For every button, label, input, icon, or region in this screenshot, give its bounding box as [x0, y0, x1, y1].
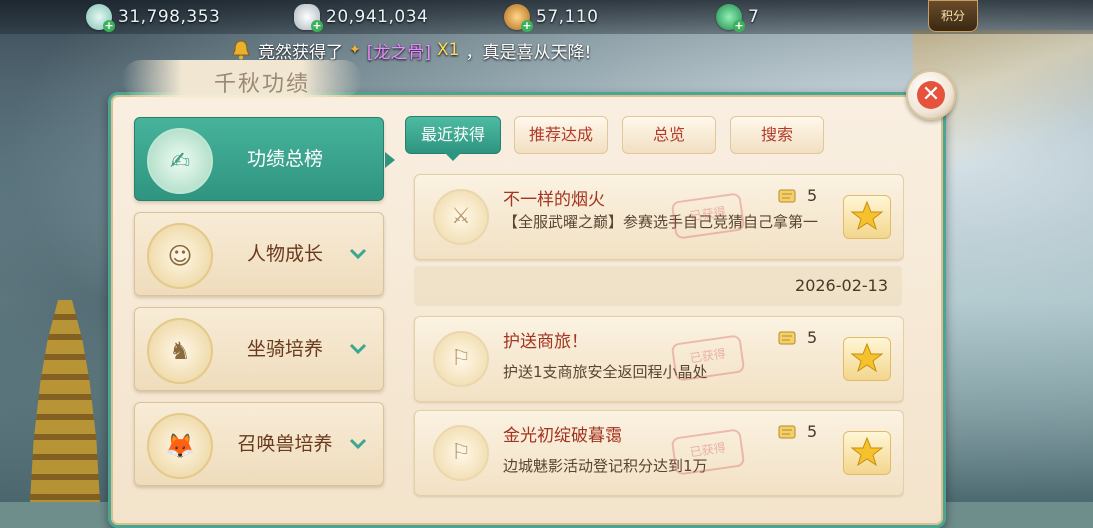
star-hand-icon[interactable]	[843, 337, 891, 381]
tab-recent[interactable]: 最近获得	[405, 116, 501, 161]
notice-quantity: X1	[437, 40, 460, 60]
achievement-name: 护送商旅！	[503, 332, 588, 352]
star-hand-icon[interactable]	[843, 431, 891, 475]
crossed-swords-icon: ⚔	[433, 189, 489, 245]
achievement-points: 5	[807, 328, 818, 347]
copper-amount: 57,110	[536, 7, 599, 27]
chevron-down-icon	[349, 343, 367, 355]
selected-arrow-icon	[385, 152, 395, 168]
tab-overview[interactable]: 总览	[622, 116, 716, 154]
copper-coin-icon: +	[504, 4, 533, 32]
category-character-growth[interactable]: ☺ 人物成长	[134, 212, 384, 296]
panel-title-banner: 千秋功绩	[122, 60, 362, 98]
resource-jade-coin[interactable]: + 31,798,353	[86, 4, 221, 32]
category-summon-training[interactable]: 🦊 召唤兽培养	[134, 402, 384, 486]
flag-icon: ⚐	[433, 425, 489, 481]
summon-beast-icon: 🦊	[147, 413, 213, 479]
achievement-points: 5	[807, 422, 818, 441]
star-hand-icon[interactable]	[843, 195, 891, 239]
close-icon: ✕	[917, 81, 945, 109]
category-label: 人物成长	[246, 243, 323, 265]
achievement-points: 5	[807, 186, 818, 205]
achievement-name: 金光初绽破暮霭	[503, 426, 622, 446]
scroll-points-icon	[778, 425, 796, 439]
achievement-desc: 边城魅影活动登记积分达到1万	[503, 457, 708, 475]
jade-coin-icon: +	[86, 4, 115, 32]
gem-amount: 7	[748, 7, 760, 27]
flag-icon: ⚐	[433, 331, 489, 387]
scroll-points-icon	[778, 331, 796, 345]
silver-amount: 20,941,034	[326, 7, 429, 27]
notice-prefix: 竟然获得了	[258, 42, 343, 63]
category-label: 功绩总榜	[246, 148, 323, 170]
character-avatar-icon: ☺	[147, 223, 213, 289]
tab-recommended[interactable]: 推荐达成	[514, 116, 608, 154]
notice-item-name: [龙之骨]	[366, 42, 431, 63]
achievement-list[interactable]: ⚔ 不一样的烟火 【全服武曜之巅】参赛选手自己竞猜自己拿第一 已获得 5 202…	[412, 168, 904, 502]
category-mount-training[interactable]: ♞ 坐骑培养	[134, 307, 384, 391]
achievement-desc: 护送1支商旅安全返回程小晶处	[503, 363, 708, 381]
chevron-down-icon	[349, 438, 367, 450]
achievement-desc: 【全服武曜之巅】参赛选手自己竞猜自己拿第一	[503, 213, 819, 231]
list-item[interactable]: ⚔ 不一样的烟火 【全服武曜之巅】参赛选手自己竞猜自己拿第一 已获得 5	[414, 174, 904, 260]
category-label: 召唤兽培养	[237, 433, 333, 455]
achievement-name: 不一样的烟火	[503, 190, 605, 210]
jade-coin-amount: 31,798,353	[118, 7, 221, 27]
points-shop-button[interactable]: 积分	[928, 0, 978, 32]
date-label: 2026-02-13	[795, 276, 888, 295]
list-item[interactable]: ⚐ 金光初绽破暮霭 边城魅影活动登记积分达到1万 已获得 5	[414, 410, 904, 496]
item-icon: ✦	[349, 42, 361, 58]
scroll-brush-icon: ✍	[147, 128, 213, 194]
category-total-ranking[interactable]: ✍ 功绩总榜	[134, 117, 395, 201]
resource-gem[interactable]: + 7	[716, 4, 760, 32]
green-gem-icon: +	[716, 4, 745, 32]
mount-avatar-icon: ♞	[147, 318, 213, 384]
chevron-down-icon	[349, 248, 367, 260]
date-separator: 2026-02-13	[414, 266, 902, 306]
silver-ingot-icon: +	[294, 4, 323, 32]
category-label: 坐骑培养	[246, 338, 323, 360]
points-shop-label: 积分	[940, 9, 965, 23]
bell-icon	[232, 40, 250, 60]
notice-suffix: ，真是喜从天降!	[465, 42, 592, 63]
scroll-points-icon	[778, 189, 796, 203]
list-item[interactable]: ⚐ 护送商旅！ 护送1支商旅安全返回程小晶处 已获得 5	[414, 316, 904, 402]
panel-title: 千秋功绩	[214, 72, 311, 97]
resource-copper[interactable]: + 57,110	[504, 4, 599, 32]
tab-search[interactable]: 搜索	[730, 116, 824, 154]
resource-silver[interactable]: + 20,941,034	[294, 4, 429, 32]
close-button[interactable]: ✕	[906, 70, 956, 120]
